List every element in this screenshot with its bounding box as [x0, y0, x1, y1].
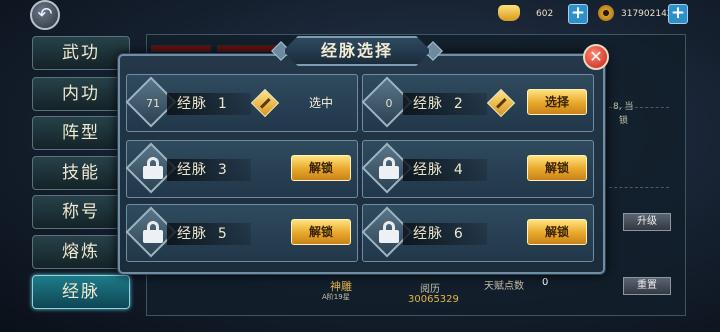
rename-icon[interactable] — [250, 88, 280, 118]
meridian-select-dialog: 71 经脉 1 选中 0 经脉 2 选择 经脉 3 解锁 经脉 4 解锁 经脉 … — [118, 54, 605, 274]
meridian-slot-4[interactable]: 经脉 4 解锁 — [361, 140, 594, 198]
sidebar-item-wugong[interactable]: 武功 — [32, 36, 130, 70]
unlock-button[interactable]: 解锁 — [527, 155, 587, 181]
sidebar-item-titles[interactable]: 称号 — [32, 195, 130, 229]
hp-bar — [151, 45, 211, 52]
lock-icon — [141, 221, 165, 243]
dialog-title: 经脉选择 — [320, 41, 393, 60]
meridian-name: 经脉 6 — [413, 226, 464, 242]
coin-value: 317902142 — [621, 9, 673, 19]
meridian-name: 经脉 3 — [177, 162, 228, 178]
lock-icon — [377, 157, 401, 179]
meridian-name: 经脉 5 — [177, 226, 228, 242]
talent-points-label: 天赋点数 — [484, 281, 524, 292]
add-gold-button[interactable]: + — [568, 4, 588, 24]
upgrade-button[interactable]: 升级 — [623, 213, 671, 231]
hp-bar — [217, 45, 277, 52]
gold-resource: 602 + — [498, 4, 590, 24]
gold-ingot-icon — [498, 5, 520, 21]
experience-value: 30065329 — [408, 294, 459, 305]
sidebar-item-meridian[interactable]: 经脉 — [32, 275, 130, 309]
meridian-slot-1[interactable]: 71 经脉 1 选中 — [125, 74, 358, 132]
meridian-name: 经脉 1 — [177, 96, 228, 112]
sidebar-item-skills[interactable]: 技能 — [32, 156, 130, 190]
close-icon: ✕ — [589, 47, 603, 66]
back-button[interactable]: ↶ — [30, 0, 60, 30]
close-button[interactable]: ✕ — [583, 44, 609, 70]
add-coin-button[interactable]: + — [668, 4, 688, 24]
sidebar-item-formation[interactable]: 阵型 — [32, 116, 130, 150]
gold-value: 602 — [536, 9, 554, 19]
lock-icon — [377, 221, 401, 243]
meridian-slot-6[interactable]: 经脉 6 解锁 — [361, 204, 594, 262]
unlock-button[interactable]: 解锁 — [291, 155, 351, 181]
sidebar-item-smelting[interactable]: 熔炼 — [32, 235, 130, 269]
meridian-name: 经脉 2 — [413, 96, 464, 112]
sidebar-item-neigong[interactable]: 内功 — [32, 77, 130, 111]
side-note: 锁 — [619, 116, 629, 126]
side-note: 8, 当 — [613, 102, 634, 112]
unlock-button[interactable]: 解锁 — [291, 219, 351, 245]
meridian-slot-2[interactable]: 0 经脉 2 选择 — [361, 74, 594, 132]
character-level: A阶19星 — [322, 293, 350, 301]
unlock-button[interactable]: 解锁 — [527, 219, 587, 245]
divider — [609, 187, 669, 188]
meridian-slot-5[interactable]: 经脉 5 解锁 — [125, 204, 358, 262]
reset-button[interactable]: 重置 — [623, 277, 671, 295]
select-button[interactable]: 选择 — [527, 89, 587, 115]
lock-icon — [141, 157, 165, 179]
back-arrow-icon: ↶ — [37, 4, 53, 25]
coin-resource: 317902142 + — [596, 4, 688, 24]
selected-label: 选中 — [309, 96, 334, 110]
experience-label: 阅历 — [420, 284, 440, 295]
divider — [609, 107, 669, 108]
copper-coin-icon — [598, 5, 614, 21]
meridian-name: 经脉 4 — [413, 162, 464, 178]
rename-icon[interactable] — [486, 88, 516, 118]
talent-points-value: 0 — [542, 277, 549, 288]
meridian-slot-3[interactable]: 经脉 3 解锁 — [125, 140, 358, 198]
